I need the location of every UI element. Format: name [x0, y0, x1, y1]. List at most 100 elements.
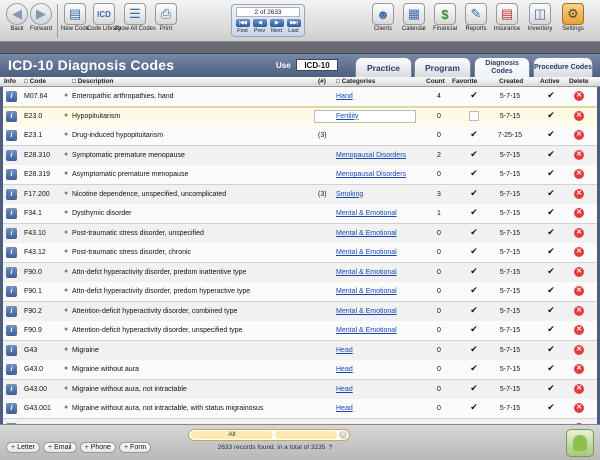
android-icon[interactable] — [566, 429, 594, 457]
active-checkbox[interactable]: ✔ — [546, 91, 556, 101]
phone-button[interactable]: + Phone — [79, 442, 116, 453]
favorite-checkbox[interactable]: ✔ — [469, 149, 479, 160]
favorite-checkbox[interactable]: ✔ — [469, 188, 479, 199]
table-row[interactable]: i G43.00 ● Migraine without aura, not intra… — [0, 379, 600, 400]
info-icon[interactable]: i — [6, 208, 17, 219]
category-link[interactable]: Head — [336, 405, 353, 412]
category-link[interactable]: Head — [336, 386, 353, 393]
active-checkbox[interactable]: ✔ — [546, 266, 556, 277]
active-checkbox[interactable]: ✔ — [546, 130, 556, 140]
category-link[interactable]: Mental & Emotional — [336, 269, 397, 276]
category-field[interactable] — [314, 109, 416, 123]
delete-icon[interactable]: ✕ — [574, 169, 584, 179]
active-checkbox[interactable]: ✔ — [546, 227, 556, 238]
help-link[interactable]: ? — [328, 444, 332, 451]
tab-diagnosis-codes[interactable]: Diagnosis Codes — [474, 57, 530, 77]
info-icon[interactable]: i — [6, 130, 17, 141]
settings-button[interactable]: ⚙ Settings — [558, 3, 588, 33]
delete-icon[interactable]: ✕ — [574, 247, 584, 257]
delete-icon[interactable]: ✕ — [574, 364, 584, 374]
table-row[interactable]: i F90.9 ● Attention-deficit hyperactivity d… — [0, 321, 600, 341]
table-row[interactable]: i E23.0 ● Hypopituitarism Fertility 0 5-7-15 ✔ ✕ — [0, 106, 600, 127]
info-icon[interactable]: i — [6, 383, 17, 395]
info-icon[interactable]: i — [6, 344, 17, 356]
reports-button[interactable]: ✎ Reports — [461, 3, 491, 33]
delete-icon[interactable]: ✕ — [574, 286, 584, 296]
first-record-button[interactable]: |◀◀ First — [234, 19, 251, 34]
table-row[interactable]: i G43.001 ● Migraine without aura, not intr… — [0, 399, 600, 419]
delete-icon[interactable]: ✕ — [574, 383, 584, 394]
favorite-checkbox[interactable]: ✔ — [469, 403, 479, 413]
letter-button[interactable]: + Letter — [6, 442, 40, 453]
favorite-checkbox[interactable]: ✔ — [469, 247, 479, 257]
col-active[interactable]: Active — [540, 78, 560, 85]
table-row[interactable]: i F90.0 ● Attn-defct hyperactivity disorder… — [0, 262, 600, 283]
tab-procedure-codes[interactable]: Procedure Codes — [533, 57, 593, 77]
table-row[interactable]: i E28.319 ● Asymptomatic premature menopaus… — [0, 165, 600, 185]
last-record-button[interactable]: ▶▶| Last — [285, 19, 302, 34]
delete-icon[interactable]: ✕ — [574, 188, 584, 199]
active-checkbox[interactable]: ✔ — [546, 364, 556, 374]
inventory-button[interactable]: ◫ Inventory — [525, 3, 555, 33]
active-checkbox[interactable]: ✔ — [546, 403, 556, 413]
table-row[interactable]: i F90.1 ● Attn-defct hyperactivity disorder… — [0, 282, 600, 302]
col-count[interactable]: Count — [426, 78, 445, 85]
table-row[interactable]: i F17.200 ● Nicotine dependence, unspecifie… — [0, 184, 600, 205]
delete-icon[interactable]: ✕ — [574, 91, 584, 101]
category-link[interactable]: Menopausal Disorders — [336, 152, 406, 159]
table-row[interactable]: i E23.1 ● Drug-induced hypopituitarism (3) 0 ✔… — [0, 126, 600, 146]
table-row[interactable]: i F34.1 ● Dysthymic disorder Mental & Emotio… — [0, 204, 600, 224]
col-categories[interactable]: □ Categories — [336, 78, 375, 85]
form-button[interactable]: + Form — [118, 442, 152, 453]
email-button[interactable]: + Email — [43, 442, 77, 453]
prev-record-button[interactable]: ◀ Prev — [251, 19, 268, 34]
category-link[interactable]: Mental & Emotional — [336, 308, 397, 315]
category-link[interactable]: Mental & Emotional — [336, 327, 397, 334]
category-link[interactable]: Menopausal Disorders — [336, 171, 406, 178]
favorite-checkbox[interactable]: ✔ — [469, 305, 479, 316]
forward-button[interactable]: ▶ Forward — [26, 3, 56, 33]
category-link[interactable]: Mental & Emotional — [336, 210, 397, 217]
info-icon[interactable]: i — [6, 91, 17, 102]
favorite-checkbox[interactable]: ✔ — [469, 130, 479, 140]
favorite-checkbox[interactable]: ✔ — [469, 364, 479, 374]
favorite-checkbox[interactable]: ✔ — [469, 286, 479, 296]
calendar-button[interactable]: ▦ Calendar — [399, 3, 429, 33]
col-code[interactable]: □ Code — [24, 78, 46, 85]
delete-icon[interactable]: ✕ — [574, 325, 584, 335]
active-checkbox[interactable]: ✔ — [546, 169, 556, 179]
active-checkbox[interactable]: ✔ — [546, 208, 556, 218]
favorite-checkbox[interactable] — [469, 110, 479, 121]
info-icon[interactable]: i — [6, 325, 17, 336]
active-checkbox[interactable]: ✔ — [546, 110, 556, 121]
delete-icon[interactable]: ✕ — [574, 110, 584, 121]
table-row[interactable]: i M07.64 ● Enteropathic arthropathies, hand… — [0, 87, 600, 107]
new-code-button[interactable]: ▤ New Code — [60, 3, 90, 33]
table-row[interactable]: i G43.0 ● Migraine without aura Head 0 ✔ 5-7-15… — [0, 360, 600, 380]
favorite-checkbox[interactable]: ✔ — [469, 227, 479, 238]
table-row[interactable]: i F43.10 ● Post-traumatic stress disorder, … — [0, 223, 600, 244]
active-checkbox[interactable]: ✔ — [546, 325, 556, 335]
active-checkbox[interactable]: ✔ — [546, 383, 556, 394]
category-link[interactable]: Head — [336, 366, 353, 373]
info-icon[interactable]: i — [6, 188, 17, 200]
col-description[interactable]: □ Description — [72, 78, 114, 85]
clients-button[interactable]: ☻ Clients — [368, 3, 398, 33]
col-favorite[interactable]: Favorite — [452, 78, 477, 85]
category-link[interactable]: Fertility — [336, 113, 359, 120]
info-icon[interactable]: i — [6, 305, 17, 317]
delete-icon[interactable]: ✕ — [574, 344, 584, 355]
tab-practice[interactable]: Practice — [355, 57, 412, 77]
category-link[interactable]: Hand — [336, 93, 353, 100]
favorite-checkbox[interactable]: ✔ — [469, 208, 479, 218]
next-record-button[interactable]: ▶ Next — [268, 19, 285, 34]
search-filter-select[interactable]: All — [191, 431, 273, 439]
code-set-field[interactable]: ICD-10 — [296, 59, 338, 71]
delete-icon[interactable]: ✕ — [574, 149, 584, 160]
delete-icon[interactable]: ✕ — [574, 208, 584, 218]
active-checkbox[interactable]: ✔ — [546, 305, 556, 316]
category-link[interactable]: Mental & Emotional — [336, 230, 397, 237]
active-checkbox[interactable]: ✔ — [546, 247, 556, 257]
col-info[interactable]: Info — [4, 78, 16, 85]
table-row[interactable]: i E28.310 ● Symptomatic premature menopause… — [0, 145, 600, 166]
